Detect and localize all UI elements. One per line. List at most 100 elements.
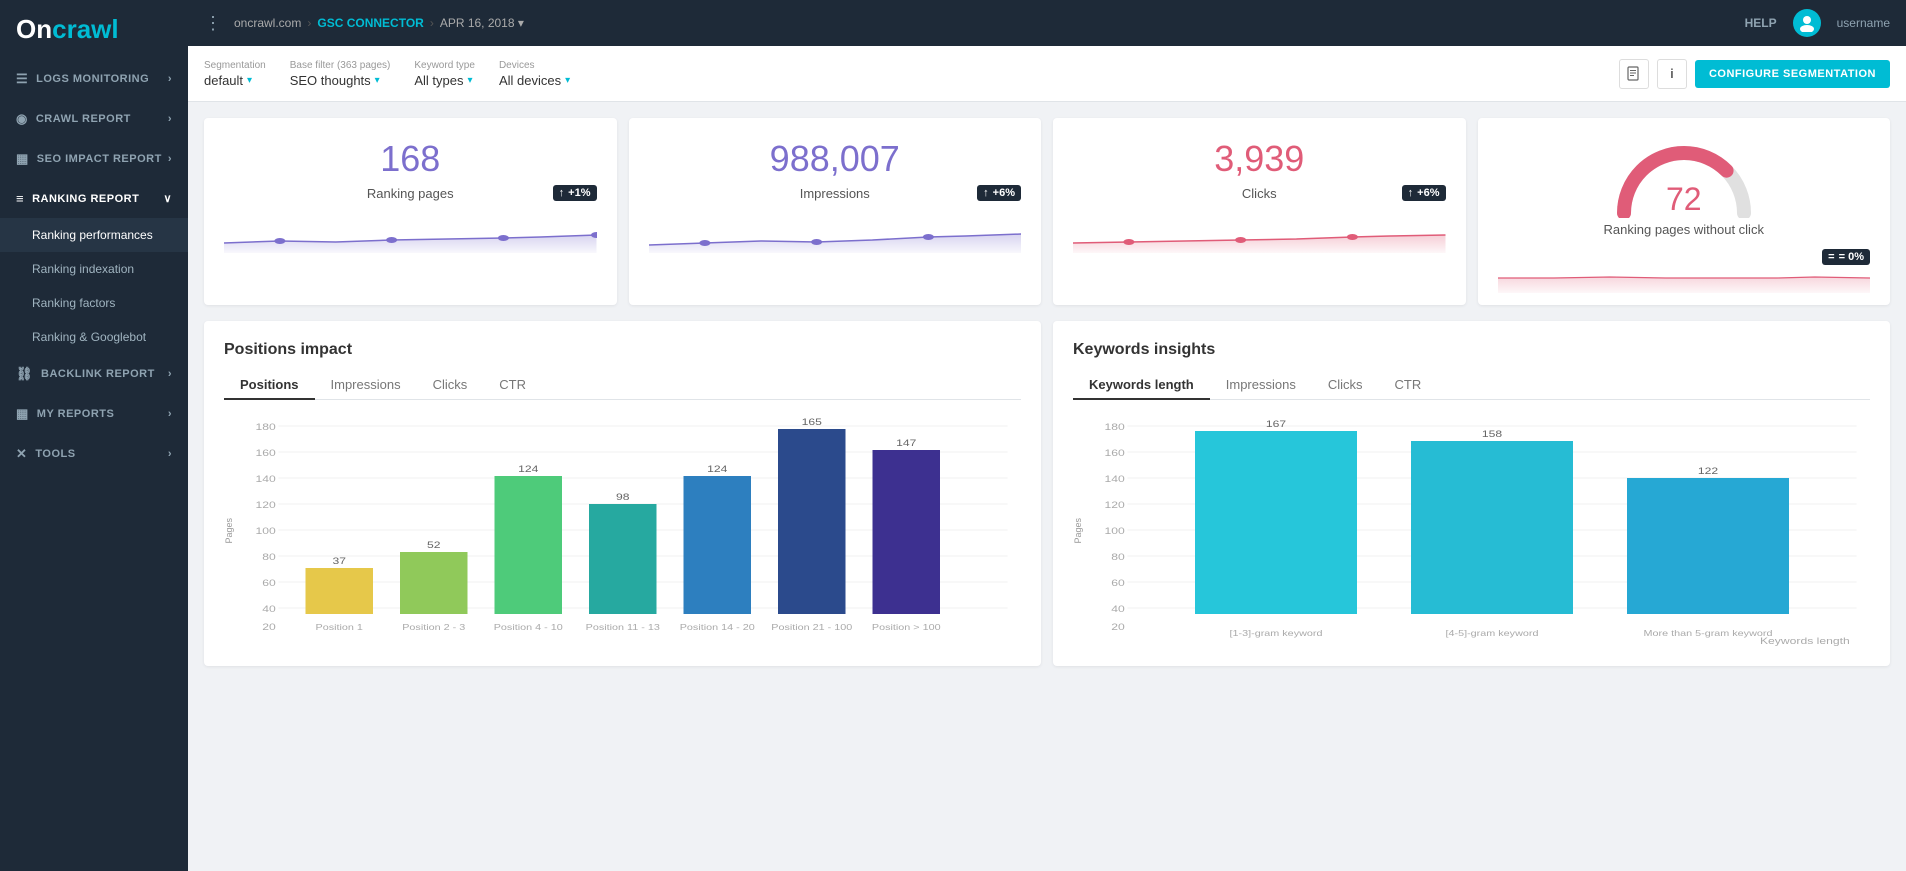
breadcrumb-date[interactable]: APR 16, 2018 ▾: [440, 16, 524, 30]
devices-filter: Devices All devices ▾: [499, 60, 570, 88]
kpi-card-clicks: 3,939 Clicks ↑ +6%: [1053, 118, 1466, 305]
topbar-right: HELP username: [1745, 9, 1890, 37]
keywords-insights-title: Keywords insights: [1073, 341, 1870, 359]
chevron-icon: ›: [168, 408, 172, 420]
sidebar-item-crawl-report[interactable]: ◉ CRAWL REPORT ›: [0, 99, 188, 139]
kpi-trend-impressions: ↑ +6%: [977, 185, 1021, 201]
logo-crawl: crawl: [52, 14, 119, 44]
sparkline-impressions: [649, 213, 1022, 253]
svg-text:147: 147: [896, 438, 916, 448]
topbar: ⋮ oncrawl.com › GSC CONNECTOR › APR 16, …: [188, 0, 1906, 46]
svg-text:60: 60: [1111, 578, 1125, 588]
sidebar-item-tools[interactable]: ✕ TOOLS ›: [0, 434, 188, 474]
sidebar-item-backlink-report[interactable]: ⛓ BACKLINK REPORT ›: [0, 354, 188, 394]
chevron-icon: ›: [168, 73, 172, 85]
svg-text:122: 122: [1698, 466, 1718, 476]
svg-text:37: 37: [332, 556, 346, 566]
svg-text:Position 1: Position 1: [316, 623, 363, 632]
sparkline-clicks: [1073, 213, 1446, 253]
breadcrumb-connector[interactable]: GSC CONNECTOR: [317, 16, 423, 30]
help-button[interactable]: HELP: [1745, 16, 1777, 30]
svg-text:Position 14 - 20: Position 14 - 20: [680, 623, 755, 632]
segmentation-chevron-icon: ▾: [247, 75, 252, 86]
base-filter-label: Base filter (363 pages): [290, 60, 391, 71]
svg-text:180: 180: [256, 422, 276, 432]
sidebar-item-ranking-indexation[interactable]: Ranking indexation: [0, 252, 188, 286]
keyword-type-chevron-icon: ▾: [467, 75, 472, 86]
username: username: [1837, 16, 1890, 30]
sidebar-nav-label: LOGS MONITORING: [36, 73, 149, 85]
sparkline-ranking-pages: [224, 213, 597, 253]
svg-text:40: 40: [1111, 604, 1125, 614]
sidebar-nav-label: CRAWL REPORT: [36, 113, 131, 125]
positions-impact-tabs: Positions Impressions Clicks CTR: [224, 371, 1021, 400]
breadcrumb-sep1: ›: [307, 16, 311, 30]
keyword-type-select[interactable]: All types ▾: [414, 73, 475, 88]
sidebar-item-seo-impact-report[interactable]: ▦ SEO IMPACT REPORT ›: [0, 139, 188, 179]
tab-ctr-pos[interactable]: CTR: [483, 371, 542, 400]
devices-select[interactable]: All devices ▾: [499, 73, 570, 88]
positions-y-label: Pages: [224, 518, 234, 544]
logo-on: On: [16, 14, 52, 44]
svg-text:140: 140: [1105, 474, 1125, 484]
svg-text:60: 60: [262, 578, 276, 588]
configure-segmentation-button[interactable]: CONFIGURE SEGMENTATION: [1695, 60, 1890, 88]
main-content: ⋮ oncrawl.com › GSC CONNECTOR › APR 16, …: [188, 0, 1906, 871]
sidebar-item-my-reports[interactable]: ▦ MY REPORTS ›: [0, 394, 188, 434]
filterbar: Segmentation default ▾ Base filter (363 …: [188, 46, 1906, 102]
positions-impact-title: Positions impact: [224, 341, 1021, 359]
svg-text:165: 165: [802, 417, 822, 427]
svg-text:100: 100: [256, 526, 276, 536]
base-filter-select[interactable]: SEO thoughts ▾: [290, 73, 391, 88]
logo[interactable]: Oncrawl: [0, 0, 188, 59]
sidebar-nav-label: MY REPORTS: [37, 408, 115, 420]
sidebar-item-logs-monitoring[interactable]: ☰ LOGS MONITORING ›: [0, 59, 188, 99]
segmentation-filter: Segmentation default ▾: [204, 60, 266, 88]
tab-ctr-kw[interactable]: CTR: [1379, 371, 1438, 400]
base-filter-value: SEO thoughts: [290, 73, 371, 88]
svg-text:Position 11 - 13: Position 11 - 13: [586, 623, 660, 632]
kpi-value-ranking-pages: 168: [380, 138, 440, 180]
kpi-label-impressions: Impressions: [800, 186, 870, 201]
svg-text:Position > 100: Position > 100: [872, 623, 941, 632]
sidebar-nav-label: SEO IMPACT REPORT: [37, 153, 162, 165]
trend-arrow-up-icon: ↑: [983, 187, 989, 199]
kpi-trend-clicks: ↑ +6%: [1402, 185, 1446, 201]
menu-dots-icon[interactable]: ⋮: [204, 13, 222, 34]
segmentation-label: Segmentation: [204, 60, 266, 71]
sidebar-item-ranking-factors[interactable]: Ranking factors: [0, 286, 188, 320]
breadcrumb: oncrawl.com › GSC CONNECTOR › APR 16, 20…: [234, 16, 524, 30]
my-reports-icon: ▦: [16, 406, 29, 422]
kpi-value-impressions: 988,007: [770, 138, 900, 180]
tab-keywords-length[interactable]: Keywords length: [1073, 371, 1210, 400]
segmentation-select[interactable]: default ▾: [204, 73, 266, 88]
keyword-type-label: Keyword type: [414, 60, 475, 71]
sidebar-nav-label: BACKLINK REPORT: [41, 368, 155, 380]
svg-text:80: 80: [262, 552, 276, 562]
kpi-card-ranking-pages: 168 Ranking pages ↑ +1%: [204, 118, 617, 305]
tab-clicks-pos[interactable]: Clicks: [417, 371, 484, 400]
tab-impressions-kw[interactable]: Impressions: [1210, 371, 1312, 400]
kpi-trend-ranking-pages: ↑ +1%: [553, 185, 597, 201]
filterbar-right: i CONFIGURE SEGMENTATION: [1619, 59, 1890, 89]
svg-text:124: 124: [518, 464, 538, 474]
keyword-type-filter: Keyword type All types ▾: [414, 60, 475, 88]
positions-impact-card: Positions impact Positions Impressions C…: [204, 321, 1041, 666]
sidebar-item-ranking-performances[interactable]: Ranking performances: [0, 218, 188, 252]
devices-chevron-icon: ▾: [565, 75, 570, 86]
tab-positions[interactable]: Positions: [224, 371, 315, 400]
logs-monitoring-icon: ☰: [16, 71, 28, 87]
info-button[interactable]: i: [1657, 59, 1687, 89]
svg-text:[1-3]-gram keyword: [1-3]-gram keyword: [1229, 629, 1322, 638]
sidebar-item-ranking-report[interactable]: ≡ RANKING REPORT ∨: [0, 179, 188, 218]
sidebar-item-ranking-googlebot[interactable]: Ranking & Googlebot: [0, 320, 188, 354]
pdf-export-button[interactable]: [1619, 59, 1649, 89]
kpi-label-clicks: Clicks: [1242, 186, 1277, 201]
gauge-container: 72: [1609, 138, 1759, 218]
svg-text:124: 124: [707, 464, 727, 474]
breadcrumb-sep2: ›: [430, 16, 434, 30]
seo-impact-icon: ▦: [16, 151, 29, 167]
tab-clicks-kw[interactable]: Clicks: [1312, 371, 1379, 400]
tab-impressions-pos[interactable]: Impressions: [315, 371, 417, 400]
svg-text:Position 2 - 3: Position 2 - 3: [402, 623, 465, 632]
